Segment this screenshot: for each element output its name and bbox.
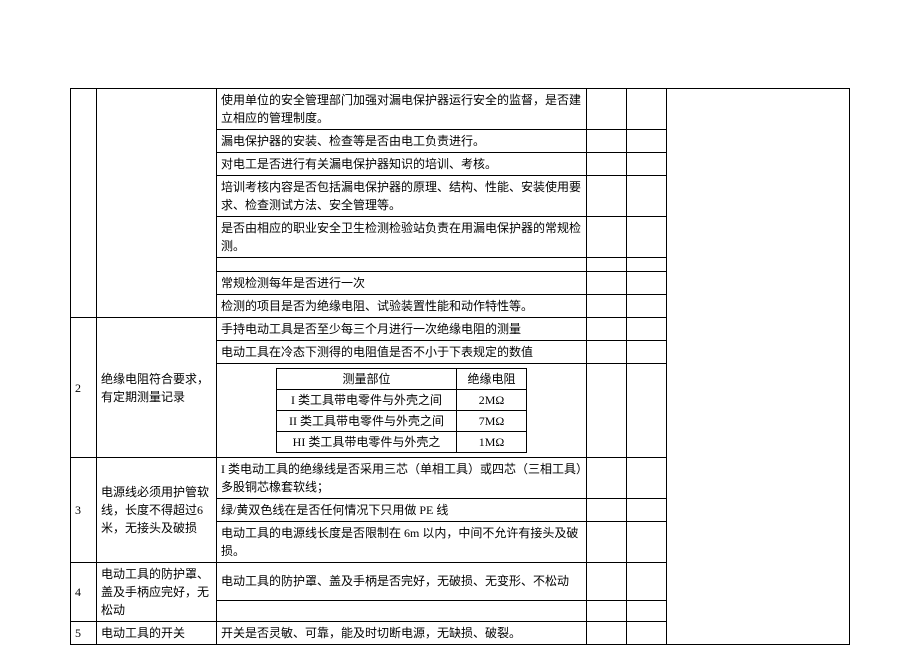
- inner-r2c1: II 类工具带电零件与外壳之间: [277, 411, 457, 432]
- inner-table: 测量部位 绝缘电阻 I 类工具带电零件与外壳之间2MΩ II 类工具带电零件与外…: [276, 368, 527, 453]
- idx-cont: [71, 89, 97, 318]
- inner-h2: 绝缘电阻: [457, 369, 527, 390]
- chk-r2: 漏电保护器的安装、检查等是否由电工负责进行。: [217, 130, 587, 153]
- idx-3: 3: [71, 458, 97, 563]
- inner-r1c2: 2MΩ: [457, 390, 527, 411]
- chk-r4: 培训考核内容是否包括漏电保护器的原理、结构、性能、安装使用要求、检查测试方法、安…: [217, 176, 587, 217]
- req-4: 电动工具的防护罩、盖及手柄应完好，无松动: [97, 563, 217, 622]
- chk-r1: 使用单位的安全管理部门加强对漏电保护器运行安全的监督，是否建立相应的管理制度。: [217, 89, 587, 130]
- chk-r6: [217, 258, 587, 272]
- s2r2: 电动工具在冷态下测得的电阻值是否不小于下表规定的数值: [217, 341, 587, 364]
- s3r2: 绿/黄双色线在是否任何情况下只用做 PE 线: [217, 499, 587, 522]
- chk-r3: 对电工是否进行有关漏电保护器知识的培训、考核。: [217, 153, 587, 176]
- inner-r3c2: 1MΩ: [457, 432, 527, 453]
- s3r1: I 类电动工具的绝缘线是否采用三芯（单相工具）或四芯（三相工具）多股铜芯橡套软线…: [217, 458, 587, 499]
- inner-r2c2: 7MΩ: [457, 411, 527, 432]
- s3r3: 电动工具的电源线长度是否限制在 6m 以内，中间不允许有接头及破损。: [217, 522, 587, 563]
- chk-r7: 常规检测每年是否进行一次: [217, 272, 587, 295]
- inner-r1c1: I 类工具带电零件与外壳之间: [277, 390, 457, 411]
- s5r1: 开关是否灵敏、可靠，能及时切断电源，无缺损、破裂。: [217, 622, 587, 645]
- s4-blank: [217, 600, 587, 621]
- s4r1: 电动工具的防护罩、盖及手柄是否完好，无破损、无变形、不松动: [217, 563, 587, 601]
- req-2: 绝缘电阻符合要求，有定期测量记录: [97, 318, 217, 458]
- req-5: 电动工具的开关: [97, 622, 217, 645]
- chk-r5: 是否由相应的职业安全卫生检测检验站负责在用漏电保护器的常规检测。: [217, 217, 587, 258]
- checklist-table: 使用单位的安全管理部门加强对漏电保护器运行安全的监督，是否建立相应的管理制度。 …: [70, 88, 850, 645]
- s2-inner-wrap: 测量部位 绝缘电阻 I 类工具带电零件与外壳之间2MΩ II 类工具带电零件与外…: [217, 364, 587, 458]
- mark-b: [627, 89, 667, 130]
- inner-h1: 测量部位: [277, 369, 457, 390]
- remark: [667, 89, 850, 645]
- mark-a: [587, 89, 627, 130]
- idx-2: 2: [71, 318, 97, 458]
- req-cont: [97, 89, 217, 318]
- chk-r8: 检测的项目是否为绝缘电阻、试验装置性能和动作特性等。: [217, 295, 587, 318]
- inner-r3c1: HI 类工具带电零件与外壳之: [277, 432, 457, 453]
- req-3: 电源线必须用护管软线，长度不得超过6 米，无接头及破损: [97, 458, 217, 563]
- idx-5: 5: [71, 622, 97, 645]
- s2r1: 手持电动工具是否至少每三个月进行一次绝缘电阻的测量: [217, 318, 587, 341]
- idx-4: 4: [71, 563, 97, 622]
